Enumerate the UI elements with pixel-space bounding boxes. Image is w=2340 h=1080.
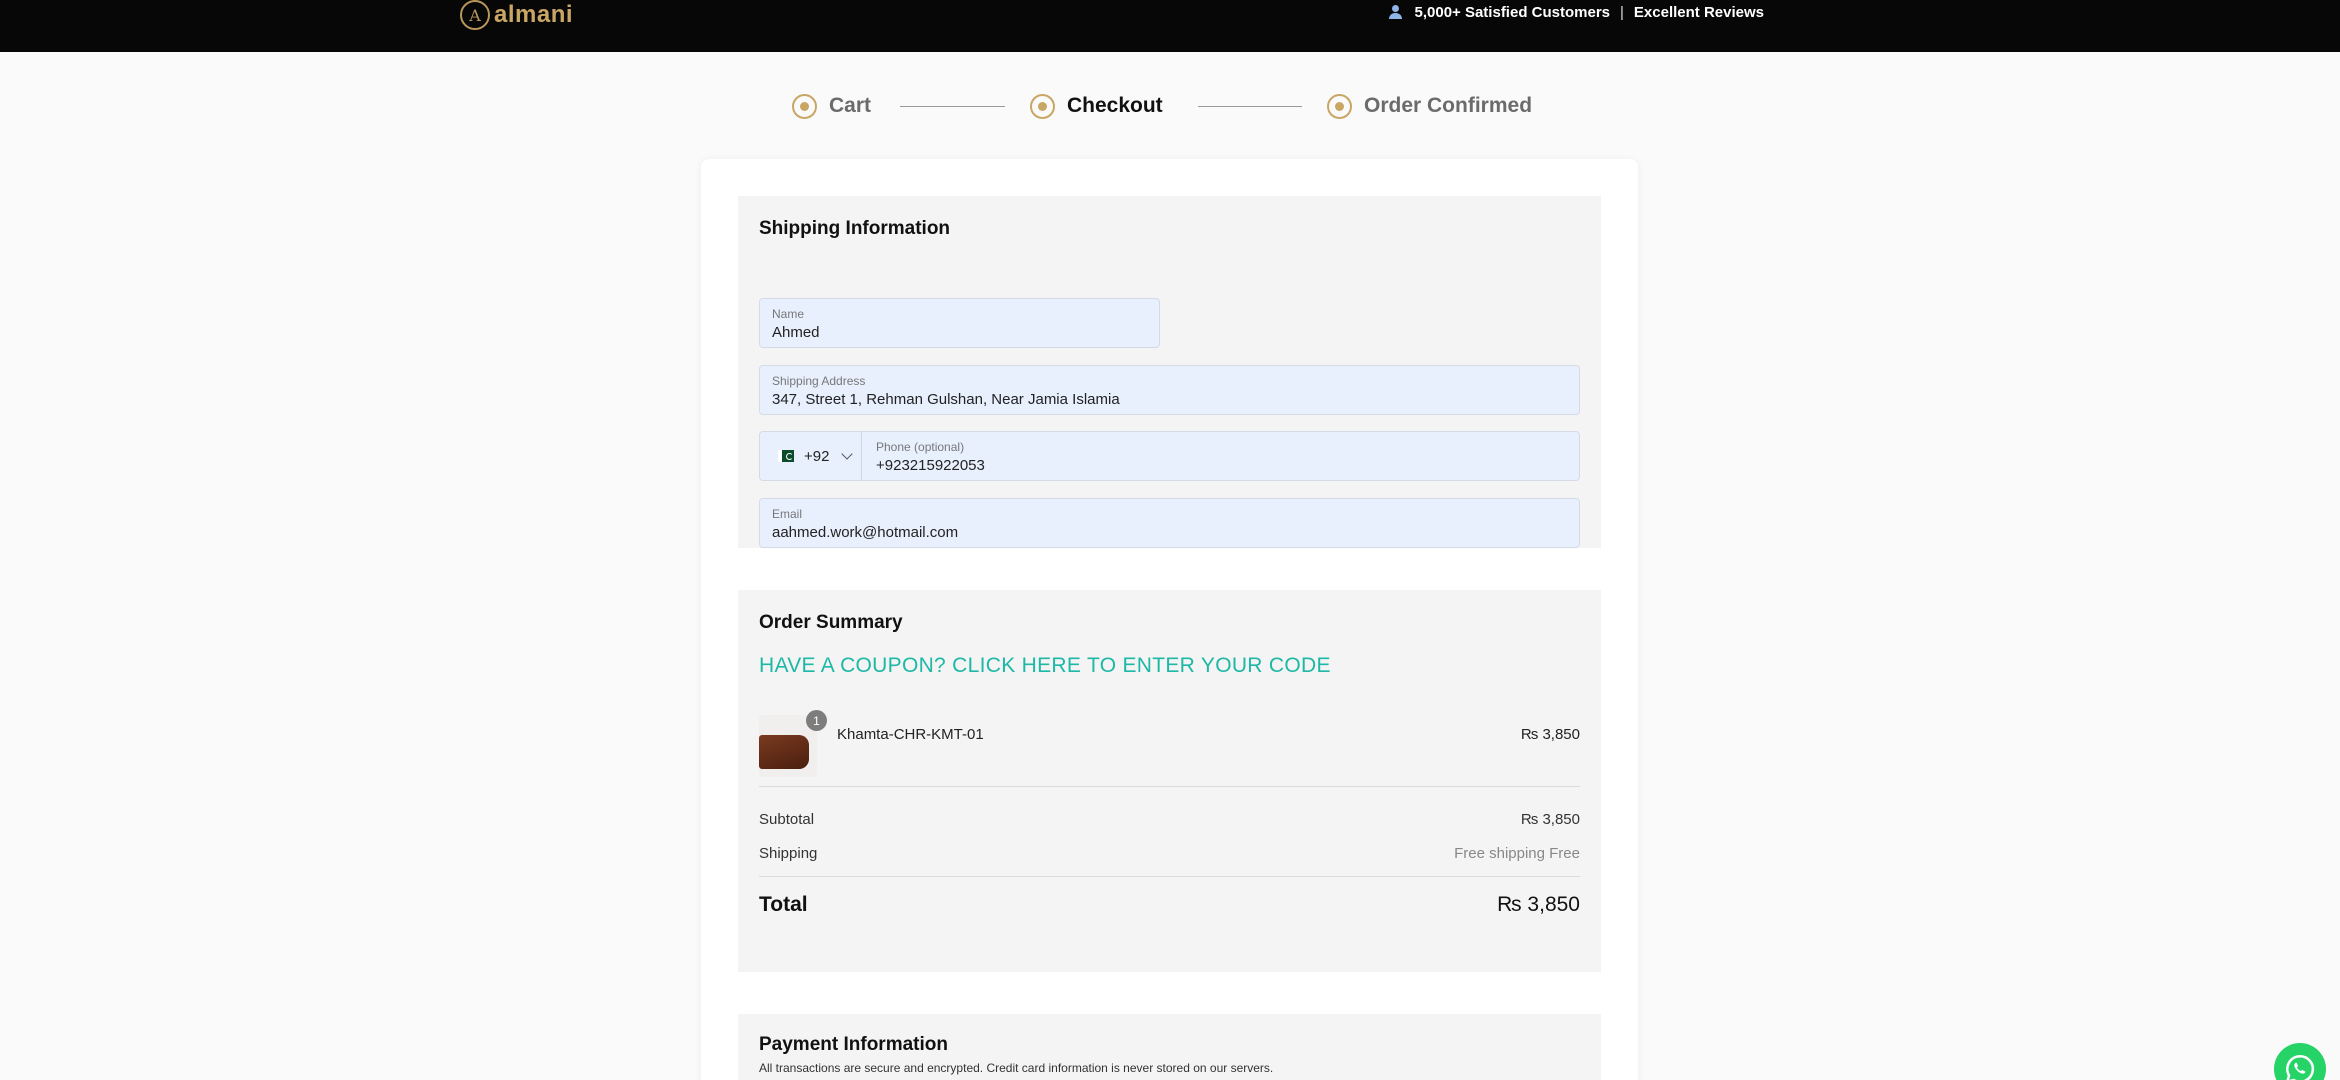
step-label: Order Confirmed bbox=[1364, 94, 1533, 117]
shipping-section: Shipping Information Name Ahmed Shipping… bbox=[738, 196, 1601, 548]
step-connector bbox=[900, 106, 1005, 107]
item-name: Khamta-CHR-KMT-01 bbox=[837, 726, 984, 743]
divider bbox=[759, 786, 1580, 787]
name-value[interactable]: Ahmed bbox=[772, 324, 820, 341]
item-price: ₨ 3,850 bbox=[1520, 726, 1580, 743]
payment-title: Payment Information bbox=[759, 1034, 948, 1055]
trust-bar: 5,000+ Satisfied Customers | Excellent R… bbox=[1388, 2, 1764, 22]
checkout-stepper: Cart Checkout Order Confirmed bbox=[0, 88, 2340, 124]
chevron-down-icon bbox=[841, 448, 854, 460]
brand-logo[interactable]: A almani bbox=[460, 0, 573, 30]
shipping-value: Free shipping Free bbox=[1454, 845, 1580, 862]
user-check-icon bbox=[1388, 4, 1405, 20]
payment-note: All transactions are secure and encrypte… bbox=[759, 1061, 1274, 1075]
country-code-select[interactable]: +92 bbox=[760, 432, 862, 480]
top-bar: A almani 5,000+ Satisfied Customers | Ex… bbox=[0, 0, 2340, 52]
step-dot-icon bbox=[792, 93, 817, 119]
shipping-label: Shipping bbox=[759, 845, 818, 862]
step-label: Checkout bbox=[1067, 94, 1163, 117]
order-summary-section: Order Summary HAVE A COUPON? CLICK HERE … bbox=[738, 590, 1601, 972]
phone-field[interactable]: +92 Phone (optional) +923215922053 bbox=[759, 431, 1580, 481]
step-label: Cart bbox=[829, 94, 872, 117]
shipping-row: Shipping Free shipping Free bbox=[759, 845, 1580, 862]
total-label: Total bbox=[759, 893, 808, 916]
phone-label: Phone (optional) bbox=[876, 440, 965, 454]
quantity-badge: 1 bbox=[806, 710, 827, 731]
whatsapp-icon bbox=[2286, 1054, 2315, 1080]
address-label: Shipping Address bbox=[772, 374, 866, 388]
email-field[interactable]: Email aahmed.work@hotmail.com bbox=[759, 498, 1580, 548]
coupon-link[interactable]: HAVE A COUPON? CLICK HERE TO ENTER YOUR … bbox=[759, 654, 1331, 678]
wallet-image bbox=[759, 735, 809, 769]
divider bbox=[759, 876, 1580, 877]
step-dot-icon bbox=[1327, 93, 1352, 119]
step-checkout: Checkout bbox=[1030, 88, 1163, 124]
shipping-title: Shipping Information bbox=[759, 218, 951, 239]
step-dot-icon bbox=[1030, 93, 1055, 119]
email-label: Email bbox=[772, 507, 803, 521]
payment-section: Payment Information All transactions are… bbox=[738, 1014, 1601, 1080]
subtotal-row: Subtotal ₨ 3,850 bbox=[759, 811, 1580, 828]
pakistan-flag-icon bbox=[778, 450, 794, 462]
subtotal-label: Subtotal bbox=[759, 811, 815, 828]
phone-value[interactable]: +923215922053 bbox=[876, 457, 985, 474]
country-code: +92 bbox=[804, 447, 830, 465]
list-item: 1 Khamta-CHR-KMT-01 ₨ 3,850 bbox=[759, 710, 1580, 777]
email-value[interactable]: aahmed.work@hotmail.com bbox=[772, 524, 958, 541]
total-row: Total ₨ 3,850 bbox=[759, 893, 1580, 917]
logo-text: almani bbox=[494, 1, 574, 28]
subtotal-value: ₨ 3,850 bbox=[1520, 811, 1580, 828]
trust-reviews: Excellent Reviews bbox=[1633, 3, 1764, 21]
step-order-confirmed: Order Confirmed bbox=[1327, 88, 1532, 124]
address-value[interactable]: 347, Street 1, Rehman Gulshan, Near Jami… bbox=[772, 391, 1120, 408]
shipping-address-field[interactable]: Shipping Address 347, Street 1, Rehman G… bbox=[759, 365, 1580, 415]
order-summary-title: Order Summary bbox=[759, 612, 903, 633]
checkout-card: Shipping Information Name Ahmed Shipping… bbox=[701, 159, 1638, 1080]
trust-customers: 5,000+ Satisfied Customers bbox=[1414, 3, 1611, 21]
name-label: Name bbox=[772, 307, 805, 321]
name-field[interactable]: Name Ahmed bbox=[759, 298, 1160, 348]
step-cart[interactable]: Cart bbox=[792, 88, 871, 124]
logo-mark-icon: A bbox=[460, 0, 490, 30]
whatsapp-button[interactable] bbox=[2274, 1043, 2326, 1080]
trust-separator: | bbox=[1620, 3, 1624, 21]
step-connector bbox=[1198, 106, 1302, 107]
total-value: ₨ 3,850 bbox=[1497, 893, 1580, 916]
